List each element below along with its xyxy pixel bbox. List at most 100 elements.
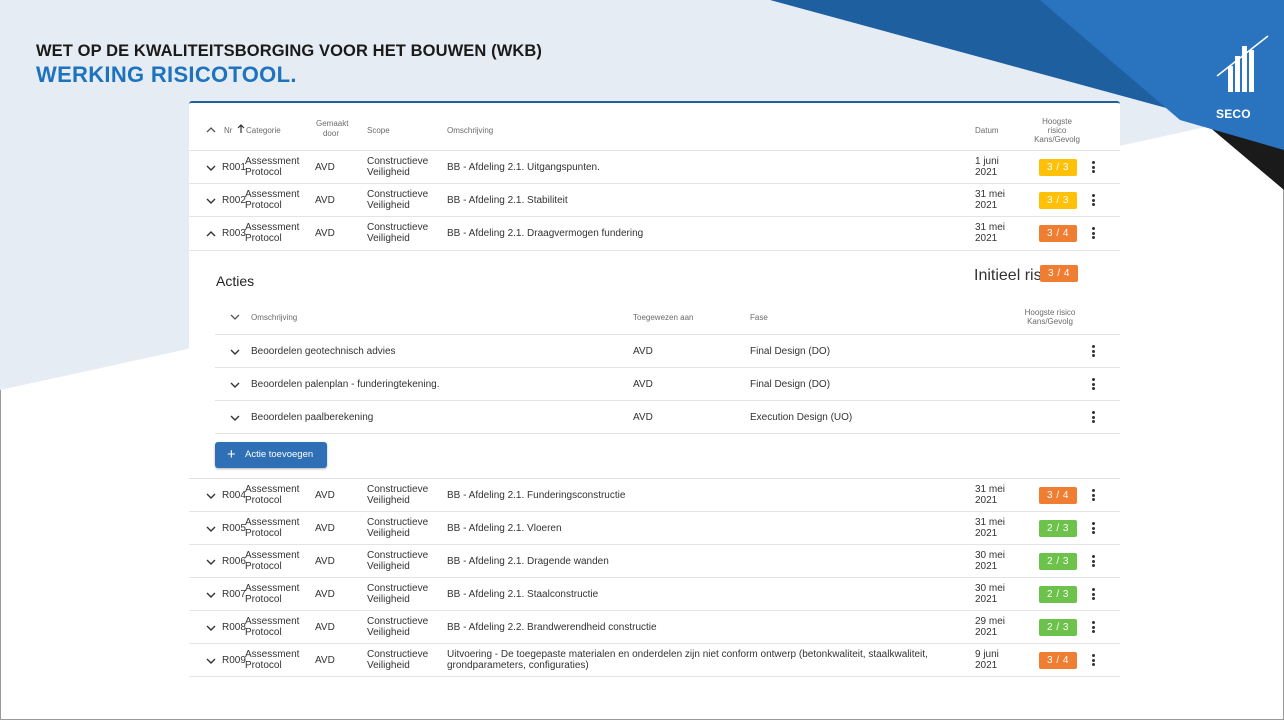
actie-toegewezen: AVD	[633, 346, 653, 357]
actie-expand-chevron-down-icon[interactable]	[229, 379, 241, 391]
row-omschrijving-line1: Uitvoering - De toegepaste materialen en…	[447, 649, 928, 660]
row-scope-line1: Constructieve	[367, 222, 429, 233]
row-scope-line2: Veiligheid	[367, 561, 410, 572]
row-gemaakt-door: AVD	[315, 162, 335, 173]
row-omschrijving: BB - Afdeling 2.1. Staalconstructie	[447, 589, 599, 600]
collapse-chevron-up-icon[interactable]	[205, 228, 217, 240]
actie-expand-chevron-down-icon[interactable]	[229, 412, 241, 424]
actie-fase: Final Design (DO)	[750, 379, 831, 390]
row-categorie-line2: Protocol	[245, 200, 282, 211]
header-risico-line3[interactable]: Kans/Gevolg	[1027, 135, 1087, 144]
collapse-all-chevron-up-icon[interactable]	[205, 124, 217, 136]
acties-header: Omschrijving Toegewezen aan Fase Hoogste…	[215, 299, 1120, 335]
header-datum[interactable]: Datum	[975, 126, 999, 135]
actie-row[interactable]: Beoordelen geotechnisch advies AVD Final…	[215, 335, 1120, 368]
more-options-kebab-icon[interactable]	[1090, 587, 1096, 601]
expand-chevron-down-icon[interactable]	[205, 490, 217, 502]
risk-table-panel: Nr Categorie Gemaakt door Scope Omschrij…	[189, 101, 1120, 693]
row-nr: R006	[222, 556, 246, 567]
table-row[interactable]: R002 Assessment Protocol AVD Constructie…	[189, 184, 1120, 217]
row-scope-line2: Veiligheid	[367, 233, 410, 244]
actie-row[interactable]: Beoordelen palenplan - funderingtekening…	[215, 368, 1120, 401]
row-omschrijving: BB - Afdeling 2.1. Stabiliteit	[447, 195, 568, 206]
expand-chevron-down-icon[interactable]	[205, 655, 217, 667]
header-risico-line2[interactable]: risico	[1027, 126, 1087, 135]
actie-more-options-kebab-icon[interactable]	[1090, 410, 1096, 424]
acties-header-risico-line1[interactable]: Hoogste risico	[1015, 308, 1085, 317]
slide-title: WET OP DE KWALITEITSBORGING VOOR HET BOU…	[36, 42, 542, 60]
header-gemaakt-door-line1[interactable]: Gemaakt	[316, 119, 348, 128]
expand-chevron-down-icon[interactable]	[205, 622, 217, 634]
expand-chevron-down-icon[interactable]	[205, 195, 217, 207]
actie-toegewezen: AVD	[633, 379, 653, 390]
acties-header-toegewezen[interactable]: Toegewezen aan	[633, 313, 694, 322]
row-nr: R009	[222, 655, 246, 666]
row-omschrijving: BB - Afdeling 2.2. Brandwerendheid const…	[447, 622, 657, 633]
expand-chevron-down-icon[interactable]	[205, 162, 217, 174]
more-options-kebab-icon[interactable]	[1090, 554, 1096, 568]
row-categorie-line1: Assessment	[245, 583, 300, 594]
row-scope-line2: Veiligheid	[367, 660, 410, 671]
header-nr[interactable]: Nr	[224, 126, 232, 135]
actie-expand-chevron-down-icon[interactable]	[229, 346, 241, 358]
header-categorie[interactable]: Categorie	[246, 126, 281, 135]
expand-chevron-down-icon[interactable]	[205, 523, 217, 535]
initieel-risico-badge: 3 / 4	[1040, 265, 1078, 282]
actie-toevoegen-label: Actie toevoegen	[245, 449, 314, 460]
table-row[interactable]: R009 Assessment Protocol AVD Constructie…	[189, 644, 1120, 677]
row-categorie-line2: Protocol	[245, 594, 282, 605]
table-row[interactable]: R007 Assessment Protocol AVD Constructie…	[189, 578, 1120, 611]
more-options-kebab-icon[interactable]	[1090, 226, 1096, 240]
row-nr: R005	[222, 523, 246, 534]
header-omschrijving[interactable]: Omschrijving	[447, 126, 493, 135]
row-datum-line2: 2021	[975, 594, 998, 605]
table-row[interactable]: R001 Assessment Protocol AVD Constructie…	[189, 151, 1120, 184]
row-datum-line1: 29 mei	[975, 616, 1006, 627]
row-scope-line2: Veiligheid	[367, 167, 410, 178]
row-gemaakt-door: AVD	[315, 228, 335, 239]
expand-chevron-down-icon[interactable]	[205, 556, 217, 568]
risk-badge: 2 / 3	[1039, 520, 1077, 537]
table-row-expanded[interactable]: R003 Assessment Protocol AVD Constructie…	[189, 217, 1120, 251]
acties-collapse-chevron-down-icon[interactable]	[229, 311, 241, 323]
row-datum-line2: 2021	[975, 200, 998, 211]
more-options-kebab-icon[interactable]	[1090, 193, 1096, 207]
header-risico-line1[interactable]: Hoogste	[1027, 117, 1087, 126]
acties-header-omschrijving[interactable]: Omschrijving	[251, 313, 297, 322]
row-datum-line2: 2021	[975, 167, 998, 178]
row-categorie-line2: Protocol	[245, 167, 282, 178]
header-gemaakt-door-line2[interactable]: door	[316, 129, 346, 138]
actie-omschrijving: Beoordelen paalberekening	[251, 412, 374, 423]
row-datum-line1: 1 juni	[975, 156, 999, 167]
row-omschrijving: BB - Afdeling 2.1. Vloeren	[447, 523, 562, 534]
table-row[interactable]: R008 Assessment Protocol AVD Constructie…	[189, 611, 1120, 644]
acties-header-fase[interactable]: Fase	[750, 313, 768, 322]
risk-badge: 2 / 3	[1039, 619, 1077, 636]
actie-more-options-kebab-icon[interactable]	[1090, 344, 1096, 358]
more-options-kebab-icon[interactable]	[1090, 160, 1096, 174]
row-datum-line2: 2021	[975, 495, 998, 506]
row-datum-line2: 2021	[975, 627, 998, 638]
row-nr: R001	[222, 162, 246, 173]
expand-chevron-down-icon[interactable]	[205, 589, 217, 601]
row-categorie-line1: Assessment	[245, 156, 300, 167]
table-row[interactable]: R006 Assessment Protocol AVD Constructie…	[189, 545, 1120, 578]
actie-row[interactable]: Beoordelen paalberekening AVD Execution …	[215, 401, 1120, 434]
row-scope-line1: Constructieve	[367, 484, 429, 495]
row-scope-line2: Veiligheid	[367, 594, 410, 605]
more-options-kebab-icon[interactable]	[1090, 521, 1096, 535]
table-row[interactable]: R005 Assessment Protocol AVD Constructie…	[189, 512, 1120, 545]
more-options-kebab-icon[interactable]	[1090, 488, 1096, 502]
more-options-kebab-icon[interactable]	[1090, 653, 1096, 667]
logo-text: SECO	[1216, 107, 1251, 121]
actie-more-options-kebab-icon[interactable]	[1090, 377, 1096, 391]
acties-header-risico-line2[interactable]: Kans/Gevolg	[1015, 317, 1085, 326]
row-gemaakt-door: AVD	[315, 490, 335, 501]
table-row[interactable]: R004 Assessment Protocol AVD Constructie…	[189, 479, 1120, 512]
row-omschrijving: BB - Afdeling 2.1. Uitgangspunten.	[447, 162, 600, 173]
actie-toevoegen-button[interactable]: + Actie toevoegen	[215, 442, 327, 468]
row-datum-line1: 31 mei	[975, 222, 1006, 233]
header-scope[interactable]: Scope	[367, 126, 390, 135]
more-options-kebab-icon[interactable]	[1090, 620, 1096, 634]
risk-badge: 3 / 4	[1039, 225, 1077, 242]
